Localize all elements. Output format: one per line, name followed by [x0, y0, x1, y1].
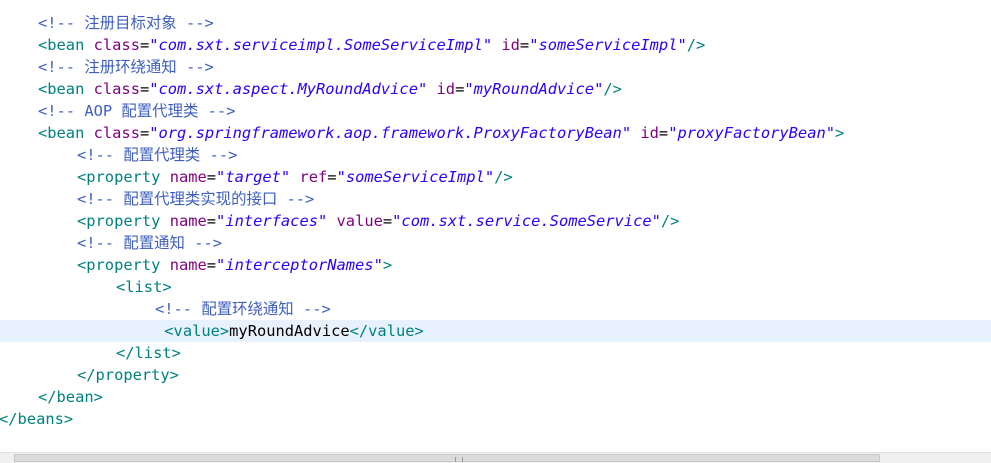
code-token: <property [77, 256, 161, 274]
code-line[interactable]: </list> [0, 342, 991, 364]
code-line[interactable]: </beans> [0, 408, 991, 430]
code-token: "com.sxt.service.SomeService" [392, 212, 661, 230]
code-token: <!-- 配置环绕通知 --> [155, 300, 331, 318]
code-token: </value> [349, 322, 424, 340]
code-token: value [336, 212, 383, 230]
code-line[interactable]: <!-- 配置代理类 --> [0, 144, 991, 166]
code-token: = [519, 36, 530, 54]
code-token: class [93, 36, 140, 54]
code-token: id [501, 36, 520, 54]
code-token: <bean [38, 80, 85, 98]
code-token: <property [77, 212, 161, 230]
code-token: <!-- 配置通知 --> [77, 234, 222, 252]
code-line[interactable]: <!-- 配置代理类实现的接口 --> [0, 188, 991, 210]
code-line[interactable]: <property name="target" ref="someService… [0, 166, 991, 188]
code-token: = [206, 168, 217, 186]
code-line[interactable]: <!-- 注册环绕通知 --> [0, 56, 991, 78]
code-token: = [658, 124, 669, 142]
code-token: "interfaces" [216, 212, 328, 230]
code-token: = [139, 36, 150, 54]
code-token: "interceptorNames" [216, 256, 383, 274]
code-token: <bean [38, 124, 85, 142]
code-line[interactable]: <bean class="com.sxt.aspect.MyRoundAdvic… [0, 78, 991, 100]
code-token: </property> [77, 366, 179, 384]
code-token: <!-- AOP 配置代理类 --> [38, 102, 236, 120]
code-token: "com.sxt.aspect.MyRoundAdvice" [149, 80, 428, 98]
code-token: name [169, 168, 207, 186]
code-line[interactable]: <list> [0, 276, 991, 298]
code-line[interactable]: <!-- 配置环绕通知 --> [0, 298, 991, 320]
code-token: "someServiceImpl" [336, 168, 495, 186]
code-token: name [169, 212, 207, 230]
code-token: = [327, 168, 337, 186]
code-line[interactable]: <!-- AOP 配置代理类 --> [0, 100, 991, 122]
code-token: "com.sxt.serviceimpl.SomeServiceImpl" [149, 36, 493, 54]
code-token: <property [77, 168, 161, 186]
code-token: id [436, 80, 456, 98]
code-token: = [139, 80, 150, 98]
code-token: <bean [38, 36, 85, 54]
code-token: "myRoundAdvice" [464, 80, 604, 98]
code-line[interactable]: <bean class="com.sxt.serviceimpl.SomeSer… [0, 34, 991, 56]
code-token: <!-- 注册环绕通知 --> [38, 58, 214, 76]
code-token: = [382, 212, 393, 230]
code-line[interactable]: </property> [0, 364, 991, 386]
code-token: <list> [116, 278, 172, 296]
code-token: "someServiceImpl" [529, 36, 687, 54]
code-token: class [93, 124, 140, 142]
code-line[interactable]: <bean class="org.springframework.aop.fra… [0, 122, 991, 144]
code-token: <!-- 配置代理类 --> [77, 146, 238, 164]
code-token: "proxyFactoryBean" [668, 124, 835, 142]
code-editor[interactable]: <!-- 注册目标对象 --> <bean class="com.sxt.serv… [0, 0, 991, 452]
code-line[interactable]: <property name="interceptorNames"> [0, 254, 991, 276]
code-token: > [382, 256, 393, 274]
code-line[interactable]: </bean> [0, 386, 991, 408]
code-line-current[interactable]: <value>myRoundAdvice</value> [0, 320, 991, 342]
code-token: name [169, 256, 207, 274]
code-line[interactable]: <!-- 注册目标对象 --> [0, 12, 991, 34]
code-token: /> [603, 80, 622, 98]
code-token: "target" [216, 168, 291, 186]
code-token: <!-- 配置代理类实现的接口 --> [77, 190, 315, 208]
code-token: ref [299, 168, 328, 186]
code-token: = [206, 256, 217, 274]
code-token: > [835, 124, 845, 142]
code-token: /> [494, 168, 513, 186]
code-token: = [139, 124, 150, 142]
code-token: </bean> [38, 388, 103, 406]
code-token: </list> [116, 344, 181, 362]
code-line[interactable]: <!-- 配置通知 --> [0, 232, 991, 254]
horizontal-scrollbar[interactable] [0, 452, 991, 463]
code-token: <value> [164, 322, 230, 340]
code-token: id [640, 124, 659, 142]
code-token: "org.springframework.aop.framework.Proxy… [149, 124, 632, 142]
code-token: = [455, 80, 465, 98]
code-token: </beans> [0, 410, 74, 428]
scrollbar-thumb[interactable] [14, 454, 880, 462]
code-token: <!-- 注册目标对象 --> [38, 14, 214, 32]
code-token: class [93, 80, 140, 98]
code-token: /> [660, 212, 680, 230]
code-token: myRoundAdvice [229, 322, 350, 340]
code-token: /> [686, 36, 706, 54]
scrollbar-grip-icon [455, 457, 463, 462]
code-line[interactable]: <property name="interfaces" value="com.s… [0, 210, 991, 232]
code-token: = [206, 212, 217, 230]
